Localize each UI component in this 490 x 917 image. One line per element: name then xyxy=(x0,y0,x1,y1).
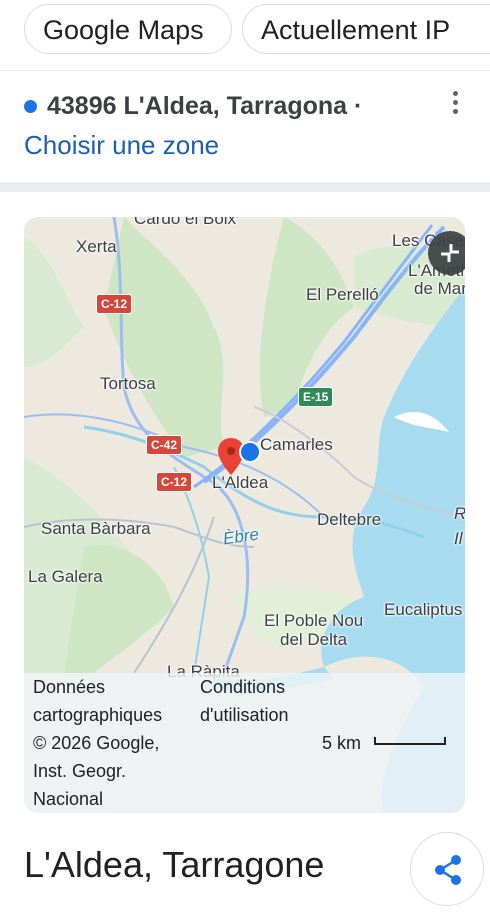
attribution-line3: Inst. Geogr. xyxy=(33,761,127,781)
kebab-menu-icon[interactable] xyxy=(444,88,466,118)
map-label-poble-nou: El Poble Nou xyxy=(264,611,364,630)
current-location-icon xyxy=(239,441,261,463)
map-label-santa-barbara: Santa Bàrbara xyxy=(41,519,151,538)
road-e15: E-15 xyxy=(298,387,334,407)
map-label-tortosa: Tortosa xyxy=(100,374,156,393)
map-label-de-mar: de Mar xyxy=(414,279,465,298)
map-label-deltebre: Deltebre xyxy=(317,510,382,529)
location-dot-icon xyxy=(24,99,37,113)
divider xyxy=(0,70,490,71)
attribution-line1b: cartographiques xyxy=(33,705,163,725)
section-divider xyxy=(0,182,490,192)
scale-label: 5 km xyxy=(322,733,362,753)
map-label-camarles: Camarles xyxy=(260,435,333,454)
map-label-la-galera: La Galera xyxy=(28,567,103,586)
attribution-line1a: Données xyxy=(33,677,106,697)
chip-google-maps[interactable]: Google Maps xyxy=(24,4,232,54)
share-button[interactable] xyxy=(410,832,484,906)
scale-bar xyxy=(374,737,446,745)
map-view[interactable]: Cardó el Boix Xerta Les Cases L'Ametlla … xyxy=(24,217,465,813)
terms-link-2[interactable]: d'utilisation xyxy=(200,705,289,726)
map-label-eucaliptus: Eucaliptus xyxy=(384,600,463,619)
attribution-line4: Nacional xyxy=(33,789,104,809)
location-text: 43896 L'Aldea, Tarragona · xyxy=(47,91,363,120)
map-label-el-perello: El Perelló xyxy=(306,285,379,304)
location-row: 43896 L'Aldea, Tarragona · xyxy=(24,88,444,124)
terms-link[interactable]: Conditions xyxy=(200,677,285,698)
road-c12-south: C-12 xyxy=(156,472,193,492)
chip-actuellement-ip[interactable]: Actuellement IP xyxy=(242,4,490,54)
share-icon xyxy=(435,855,461,885)
exit-fullscreen-icon[interactable] xyxy=(428,231,465,275)
road-c12-north: C-12 xyxy=(96,294,133,314)
attribution-line2: © 2026 Google, xyxy=(33,733,160,753)
map-label-r-il: R Il xyxy=(454,504,465,548)
choose-zone-link[interactable]: Choisir une zone xyxy=(24,130,219,161)
map-label-cardo: Cardó el Boix xyxy=(134,217,237,228)
place-title: L'Aldea, Tarragone xyxy=(24,844,325,885)
chip-bar: Google Maps Actuellement IP xyxy=(0,0,490,66)
map-attribution: Données cartographiques © 2026 Google, I… xyxy=(24,673,465,813)
map-label-del-delta: del Delta xyxy=(280,630,348,649)
road-c42: C-42 xyxy=(146,435,183,455)
map-label-xerta: Xerta xyxy=(76,237,117,256)
